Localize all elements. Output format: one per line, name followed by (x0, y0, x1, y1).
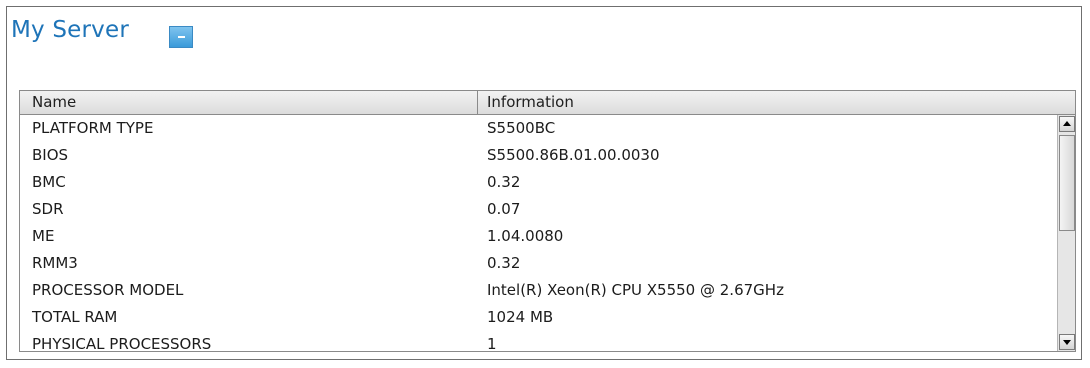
table-row[interactable]: PLATFORM TYPE S5500BC (20, 115, 1056, 142)
server-info-table: Name Information PLATFORM TYPE S5500BC B… (19, 90, 1076, 352)
row-value: 0.07 (487, 200, 521, 218)
row-name: BIOS (32, 146, 69, 164)
table-row[interactable]: BIOS S5500.86B.01.00.0030 (20, 142, 1056, 169)
row-value: S5500.86B.01.00.0030 (487, 146, 660, 164)
row-value: S5500BC (487, 119, 556, 137)
row-name: PLATFORM TYPE (32, 119, 154, 137)
row-name: SDR (32, 200, 64, 218)
table-row[interactable]: ME 1.04.0080 (20, 223, 1056, 250)
row-name: PROCESSOR MODEL (32, 281, 184, 299)
table-row[interactable]: TOTAL RAM 1024 MB (20, 304, 1056, 331)
server-info-panel: My Server Name Information PLATFORM TYPE… (6, 6, 1082, 360)
table-header: Name Information (20, 91, 1075, 115)
row-name: RMM3 (32, 254, 78, 272)
arrow-down-icon (1063, 340, 1071, 345)
row-name: PHYSICAL PROCESSORS (32, 335, 212, 351)
table-row[interactable]: PHYSICAL PROCESSORS 1 (20, 331, 1056, 351)
row-value: 0.32 (487, 254, 521, 272)
row-name: BMC (32, 173, 66, 191)
scrollbar-thumb[interactable] (1059, 135, 1075, 231)
scroll-up-button[interactable] (1059, 116, 1075, 132)
row-name: ME (32, 227, 55, 245)
row-value: 1.04.0080 (487, 227, 564, 245)
table-body: PLATFORM TYPE S5500BC BIOS S5500.86B.01.… (20, 115, 1056, 351)
row-value: 1 (487, 335, 497, 351)
row-name: TOTAL RAM (32, 308, 118, 326)
scroll-down-button[interactable] (1059, 334, 1075, 350)
table-row[interactable]: BMC 0.32 (20, 169, 1056, 196)
collapse-button[interactable] (169, 26, 193, 48)
panel-header: My Server (7, 7, 1081, 77)
minus-icon (178, 36, 185, 38)
table-row[interactable]: PROCESSOR MODEL Intel(R) Xeon(R) CPU X55… (20, 277, 1056, 304)
column-header-name[interactable]: Name (20, 91, 478, 114)
panel-title: My Server (11, 17, 129, 43)
vertical-scrollbar[interactable] (1057, 115, 1075, 351)
row-value: 1024 MB (487, 308, 554, 326)
row-value: 0.32 (487, 173, 521, 191)
column-header-information[interactable]: Information (478, 91, 1076, 114)
table-row[interactable]: SDR 0.07 (20, 196, 1056, 223)
arrow-up-icon (1063, 121, 1071, 126)
table-row[interactable]: RMM3 0.32 (20, 250, 1056, 277)
row-value: Intel(R) Xeon(R) CPU X5550 @ 2.67GHz (487, 281, 784, 299)
